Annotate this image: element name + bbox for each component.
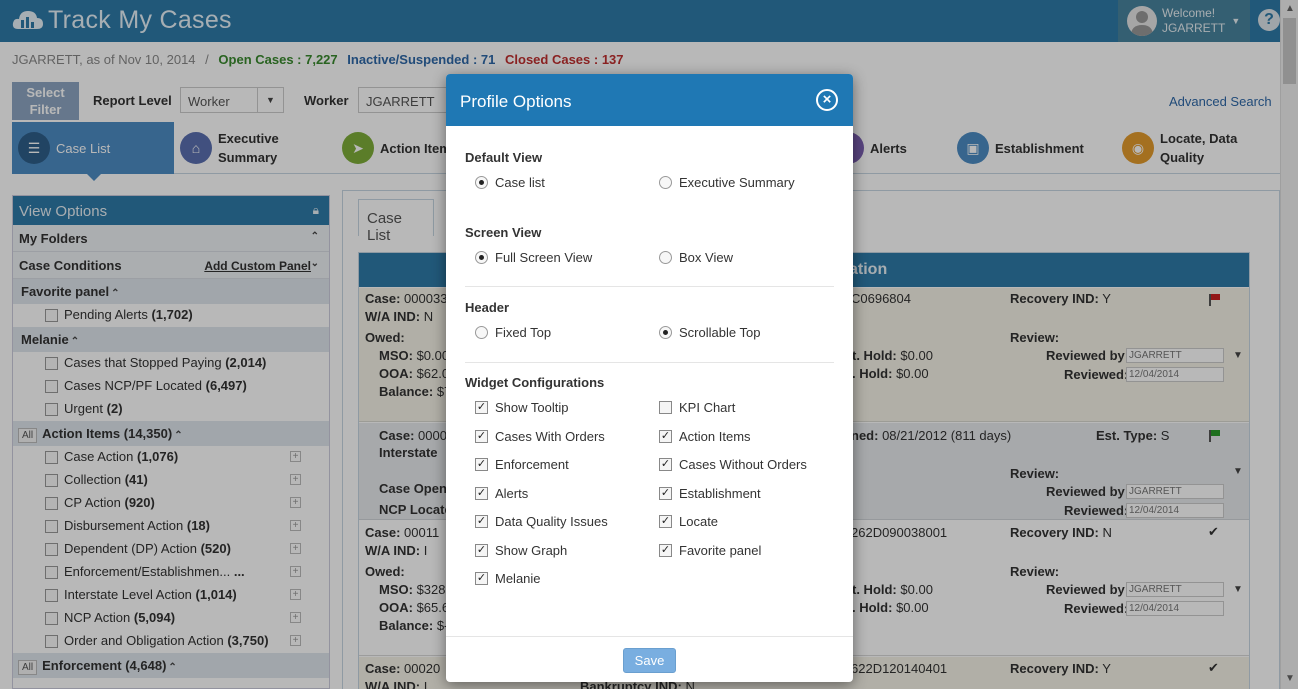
radio-fixed-top[interactable]: Fixed Top [475,325,551,340]
radio-full-screen-view[interactable]: Full Screen View [475,250,592,265]
checkbox-cases-without-orders[interactable]: ✓ Cases Without Orders [659,457,807,472]
checkbox[interactable]: ✓ [475,430,488,443]
divider [465,362,834,363]
checkbox[interactable]: ✓ [659,430,672,443]
checkbox[interactable]: ✓ [475,487,488,500]
checkbox-show-tooltip[interactable]: ✓ Show Tooltip [475,400,568,415]
radio-scrollable-top[interactable]: Scrollable Top [659,325,760,340]
checkbox-enforcement[interactable]: ✓ Enforcement [475,457,569,472]
option-label: Cases With Orders [495,429,605,444]
checkbox[interactable] [659,401,672,414]
header-title: Header [465,300,510,315]
radio-button[interactable] [659,251,672,264]
default-view-title: Default View [465,150,543,165]
radio-button[interactable] [659,176,672,189]
option-label: Enforcement [495,457,569,472]
checkbox[interactable]: ✓ [475,458,488,471]
option-label: Data Quality Issues [495,514,608,529]
option-label: Box View [679,250,733,265]
option-label: Fixed Top [495,325,552,340]
option-label: Favorite panel [679,543,762,558]
checkbox[interactable]: ✓ [475,544,488,557]
option-label: Show Tooltip [495,400,569,415]
checkbox-establishment[interactable]: ✓ Establishment [659,486,761,501]
screen-view-title: Screen View [465,225,542,240]
option-label: KPI Chart [679,400,736,415]
option-label: Alerts [495,486,529,501]
option-label: Establishment [679,486,761,501]
profile-options-modal: Profile Options × Default View Case list… [446,74,853,682]
close-icon[interactable]: × [816,89,838,111]
modal-title: Profile Options [460,92,572,111]
radio-button[interactable] [475,326,488,339]
option-label: Case list [495,175,545,190]
option-label: Executive Summary [679,175,795,190]
checkbox-melanie[interactable]: ✓ Melanie [475,571,541,586]
checkbox[interactable]: ✓ [659,544,672,557]
option-label: Show Graph [495,543,568,558]
checkbox[interactable]: ✓ [659,458,672,471]
option-label: Melanie [495,571,541,586]
save-button[interactable]: Save [623,648,676,673]
option-label: Action Items [679,429,751,444]
checkbox[interactable]: ✓ [475,572,488,585]
option-label: Cases Without Orders [679,457,807,472]
radio-button[interactable] [659,326,672,339]
checkbox-cases-with-orders[interactable]: ✓ Cases With Orders [475,429,605,444]
checkbox-show-graph[interactable]: ✓ Show Graph [475,543,567,558]
checkbox-alerts[interactable]: ✓ Alerts [475,486,528,501]
option-label: Locate [679,514,719,529]
radio-button[interactable] [475,251,488,264]
option-label: Full Screen View [495,250,593,265]
option-label: Scrollable Top [679,325,761,340]
radio-executive-summary[interactable]: Executive Summary [659,175,795,190]
modal-header: Profile Options [446,74,853,126]
checkbox-favorite-panel[interactable]: ✓ Favorite panel [659,543,761,558]
checkbox[interactable]: ✓ [659,487,672,500]
radio-case-list[interactable]: Case list [475,175,545,190]
checkbox-kpi-chart[interactable]: KPI Chart [659,400,735,415]
modal-footer: Save [446,636,853,682]
radio-button[interactable] [475,176,488,189]
widget-configurations-title: Widget Configurations [465,375,605,390]
checkbox[interactable]: ✓ [475,401,488,414]
checkbox-data-quality-issues[interactable]: ✓ Data Quality Issues [475,514,608,529]
checkbox[interactable]: ✓ [475,515,488,528]
checkbox[interactable]: ✓ [659,515,672,528]
checkbox-locate[interactable]: ✓ Locate [659,514,718,529]
radio-box-view[interactable]: Box View [659,250,733,265]
checkbox-action-items[interactable]: ✓ Action Items [659,429,751,444]
divider [465,286,834,287]
